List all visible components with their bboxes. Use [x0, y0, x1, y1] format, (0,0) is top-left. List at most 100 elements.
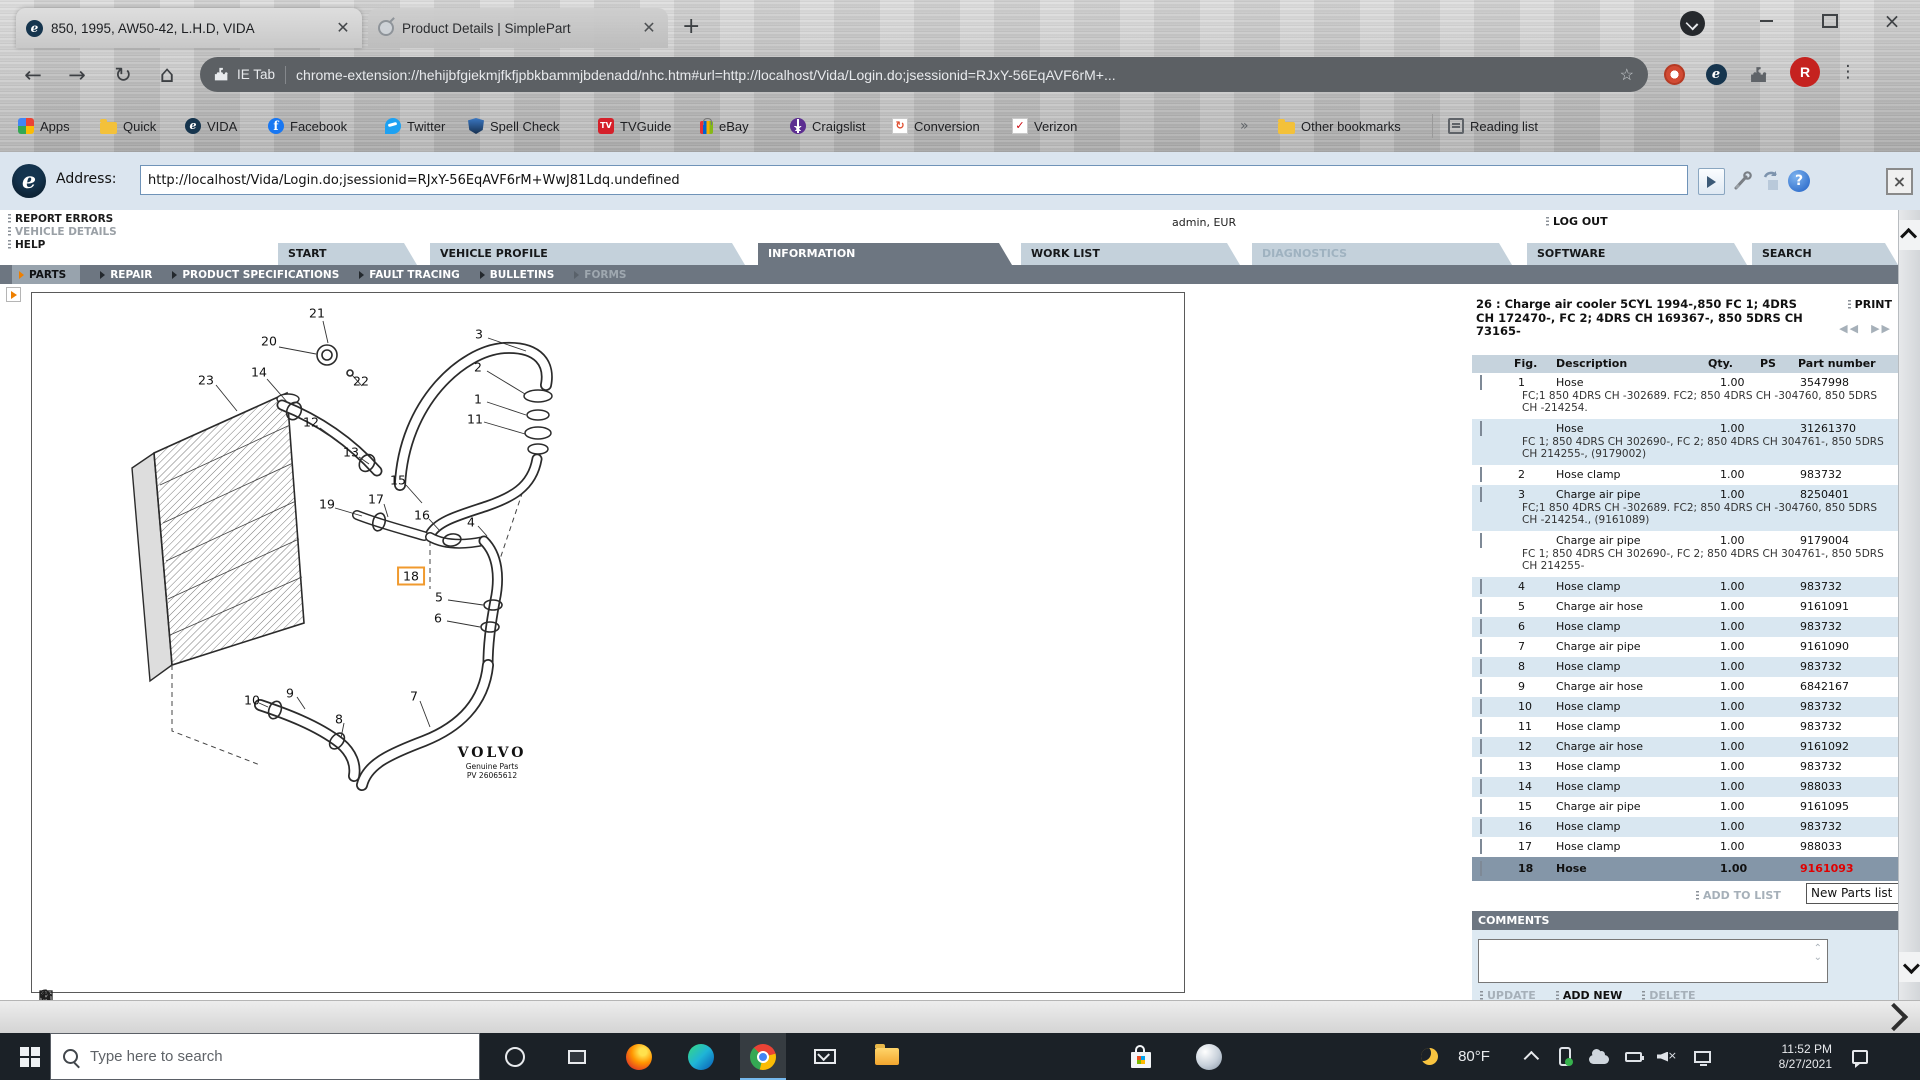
bookmarks-overflow-icon[interactable]: » — [1240, 112, 1249, 140]
parts-row[interactable]: Charge air pipe 1.00 9179004 FC 1; 850 4DRS… — [1472, 531, 1898, 577]
tab-close-icon[interactable]: ✕ — [640, 18, 658, 38]
bookmark-ebay[interactable]: eBay — [700, 112, 749, 140]
tab-start[interactable]: START — [278, 243, 417, 265]
start-button[interactable] — [10, 1033, 50, 1080]
logout-button[interactable]: LOG OUT — [1546, 215, 1608, 228]
parts-row[interactable]: 4 Hose clamp 1.00 983732 — [1472, 576, 1898, 597]
reload-icon[interactable]: ↻ — [106, 58, 140, 92]
tab-work-list[interactable]: WORK LIST — [1021, 243, 1240, 265]
store-button[interactable] — [1118, 1033, 1164, 1080]
action-center-button[interactable] — [1840, 1033, 1880, 1080]
scroll-down-icon[interactable] — [1899, 952, 1920, 982]
diagram-callout-20[interactable]: 20 — [261, 334, 277, 349]
window-maximize-button[interactable] — [1806, 6, 1854, 36]
diagram-callout-1[interactable]: 1 — [474, 392, 482, 407]
subnav-product-specifications[interactable]: PRODUCT SPECIFICATIONS — [172, 265, 339, 284]
bookmark-craigslist[interactable]: Craigslist — [790, 112, 865, 140]
extensions-puzzle-icon[interactable] — [1744, 60, 1772, 88]
parts-row[interactable]: 10 Hose clamp 1.00 983732 — [1472, 696, 1898, 717]
firefox-button[interactable] — [616, 1033, 662, 1080]
diagram-callout-3[interactable]: 3 — [475, 327, 483, 342]
tray-overflow-button[interactable] — [1520, 1033, 1546, 1080]
omnibox-url[interactable]: chrome-extension://hehijbfgiekmjfkfjpbkb… — [296, 67, 1612, 83]
parts-row[interactable]: 13 Hose clamp 1.00 983732 — [1472, 757, 1898, 777]
panel-collapse-handle[interactable] — [6, 287, 21, 302]
diagram-callout-7[interactable]: 7 — [410, 689, 418, 704]
parts-row[interactable]: 14 Hose clamp 1.00 988033 — [1472, 776, 1898, 797]
row-checkbox[interactable] — [1480, 718, 1482, 734]
parts-row[interactable]: 17 Hose clamp 1.00 988033 — [1472, 837, 1898, 857]
window-close-button[interactable]: × — [1868, 6, 1916, 36]
parts-row[interactable]: 5 Charge air hose 1.00 9161091 — [1472, 597, 1898, 617]
row-checkbox[interactable] — [1480, 818, 1482, 834]
diagram-callout-10[interactable]: 10 — [244, 693, 260, 708]
row-checkbox[interactable] — [1480, 758, 1482, 774]
extension-ietab-icon[interactable]: e — [1702, 60, 1730, 88]
reading-list-button[interactable]: Reading list — [1448, 112, 1538, 140]
diagram-callout-11[interactable]: 11 — [467, 412, 483, 427]
cortana-button[interactable] — [492, 1033, 538, 1080]
chrome-button[interactable] — [740, 1033, 786, 1080]
diagram-callout-18[interactable]: 18 — [397, 566, 425, 586]
row-checkbox[interactable] — [1480, 466, 1482, 482]
diagram-callout-8[interactable]: 8 — [335, 712, 343, 727]
scroll-up-icon[interactable] — [1899, 220, 1920, 250]
row-checkbox[interactable] — [1480, 678, 1482, 694]
row-checkbox[interactable] — [1480, 420, 1482, 436]
parts-row[interactable]: 2 Hose clamp 1.00 983732 — [1472, 465, 1898, 485]
bookmark-conversion[interactable]: ↻ Conversion — [892, 112, 980, 140]
diagram-callout-6[interactable]: 6 — [434, 611, 442, 626]
row-checkbox[interactable] — [1480, 532, 1482, 548]
omnibox[interactable]: IE Tab chrome-extension://hehijbfgiekmjf… — [200, 57, 1648, 92]
row-checkbox[interactable] — [1480, 778, 1482, 794]
ietab-close-icon[interactable]: × — [1886, 168, 1913, 195]
print-button[interactable]: PRINT — [1847, 298, 1892, 311]
browser-tab-simplepart[interactable]: Product Details | SimplePart ✕ — [368, 8, 668, 48]
textarea-spinner-icons[interactable]: ⌃ ⌄ — [1814, 943, 1822, 962]
mail-button[interactable] — [802, 1033, 848, 1080]
row-checkbox[interactable] — [1480, 374, 1482, 390]
network-button[interactable] — [1686, 1033, 1718, 1080]
diagram-callout-4[interactable]: 4 — [467, 515, 475, 530]
diagram-callout-17[interactable]: 17 — [368, 492, 384, 507]
profile-avatar[interactable]: R — [1790, 57, 1820, 87]
browser-tab-vida[interactable]: e 850, 1995, AW50-42, L.H.D, VIDA ✕ — [16, 8, 362, 48]
tab-vehicle-profile[interactable]: VEHICLE PROFILE — [430, 243, 745, 265]
bookmark-facebook[interactable]: f Facebook — [268, 112, 347, 140]
scroll-right-icon[interactable] — [1879, 1002, 1909, 1032]
parts-row[interactable]: 8 Hose clamp 1.00 983732 — [1472, 656, 1898, 677]
tab-search[interactable]: SEARCH — [1752, 243, 1898, 265]
diagram-callout-2[interactable]: 2 — [474, 360, 482, 375]
diagram-callout-12[interactable]: 12 — [303, 415, 319, 430]
back-arrow-icon[interactable]: ← — [16, 58, 50, 92]
parts-row[interactable]: 16 Hose clamp 1.00 983732 — [1472, 816, 1898, 837]
subnav-parts[interactable]: PARTS — [12, 265, 81, 284]
diagram-callout-9[interactable]: 9 — [286, 686, 294, 701]
edge-button[interactable] — [678, 1033, 724, 1080]
parts-row[interactable]: 6 Hose clamp 1.00 983732 — [1472, 616, 1898, 637]
diagram-callout-16[interactable]: 16 — [414, 508, 430, 523]
sphere-app-button[interactable] — [1186, 1033, 1232, 1080]
new-parts-list-dropdown[interactable]: New Parts list — [1806, 882, 1902, 904]
parts-row[interactable]: 12 Charge air hose 1.00 9161092 — [1472, 736, 1898, 757]
bookmark-verizon[interactable]: ✓ Verizon — [1012, 112, 1077, 140]
search-input[interactable] — [88, 1047, 452, 1066]
extension-red-icon[interactable] — [1660, 60, 1688, 88]
volume-button[interactable] — [1652, 1033, 1682, 1080]
subnav-repair[interactable]: REPAIR — [100, 265, 152, 284]
pager-prev-icon[interactable]: ◀◀ — [1839, 322, 1860, 335]
add-to-list-button[interactable]: ADD TO LIST — [1696, 889, 1781, 902]
row-checkbox[interactable] — [1480, 798, 1482, 814]
taskbar-search[interactable] — [50, 1033, 480, 1080]
bookmark-spell-check[interactable]: Spell Check — [468, 112, 559, 140]
row-checkbox[interactable] — [1480, 838, 1482, 854]
row-checkbox[interactable] — [1480, 618, 1482, 634]
diagram-callout-22[interactable]: 22 — [353, 374, 369, 389]
weather-button[interactable] — [1412, 1033, 1446, 1080]
tab-search-icon[interactable] — [1680, 11, 1705, 36]
task-view-button[interactable] — [554, 1033, 600, 1080]
diagram-callout-5[interactable]: 5 — [435, 590, 443, 605]
row-checkbox[interactable] — [1480, 658, 1482, 674]
diagram-callout-21[interactable]: 21 — [309, 306, 325, 321]
temperature-label[interactable]: 80°F — [1448, 1033, 1500, 1080]
